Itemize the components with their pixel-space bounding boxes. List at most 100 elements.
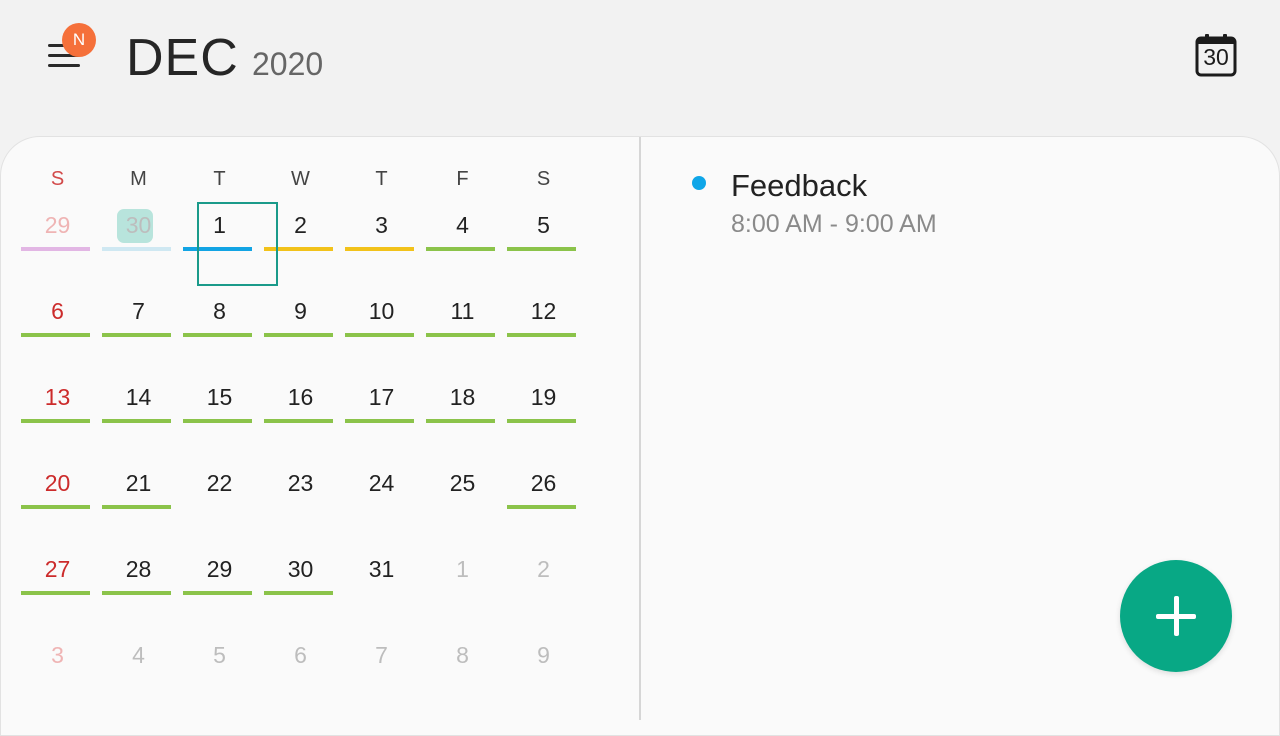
event-indicator-bar (183, 333, 252, 337)
day-number: 26 (530, 470, 557, 496)
day-cell[interactable]: 20 (17, 460, 98, 546)
day-number: 6 (294, 642, 307, 668)
day-number: 29 (206, 556, 233, 582)
day-number: 4 (456, 212, 469, 238)
event-indicator-bar (507, 419, 576, 423)
event-indicator-bar (21, 419, 90, 423)
plus-icon-stroke (1174, 596, 1179, 636)
event-indicator-bar (345, 333, 414, 337)
day-cell[interactable]: 6 (260, 632, 341, 718)
day-cell[interactable]: 11 (422, 288, 503, 374)
event-indicator-bar (345, 247, 414, 251)
day-cell[interactable]: 9 (503, 632, 584, 718)
day-number: 15 (206, 384, 233, 410)
day-number: 9 (537, 642, 550, 668)
day-cell[interactable]: 3 (341, 202, 422, 288)
day-number: 3 (375, 212, 388, 238)
day-number: 9 (294, 298, 307, 324)
day-number: 12 (530, 298, 557, 324)
day-cell[interactable]: 23 (260, 460, 341, 546)
day-cell[interactable]: 13 (17, 374, 98, 460)
event-indicator-bar (426, 333, 495, 337)
day-cell[interactable]: 8 (422, 632, 503, 718)
day-cell[interactable]: 29 (179, 546, 260, 632)
day-cell[interactable]: 16 (260, 374, 341, 460)
day-number: 28 (125, 556, 152, 582)
year-label[interactable]: 2020 (252, 46, 323, 83)
event-indicator-bar (507, 333, 576, 337)
day-cell[interactable]: 5 (503, 202, 584, 288)
event-indicator-bar (183, 419, 252, 423)
day-cell[interactable]: 2 (503, 546, 584, 632)
day-cell[interactable]: 19 (503, 374, 584, 460)
day-number: 7 (375, 642, 388, 668)
top-bar: N DEC 2020 30 (0, 0, 1280, 130)
day-number: 23 (287, 470, 314, 496)
day-cell[interactable]: 15 (179, 374, 260, 460)
day-number: 1 (456, 556, 469, 582)
day-number: 18 (449, 384, 476, 410)
day-number: 29 (44, 212, 71, 238)
hamburger-icon-line (48, 64, 80, 67)
day-cell[interactable]: 28 (98, 546, 179, 632)
day-number: 27 (44, 556, 71, 582)
day-cell[interactable]: 17 (341, 374, 422, 460)
event-indicator-bar (102, 505, 171, 509)
event-indicator-bar (507, 247, 576, 251)
day-number: 14 (125, 384, 152, 410)
day-number: 13 (44, 384, 71, 410)
day-cell[interactable]: 14 (98, 374, 179, 460)
day-cell[interactable]: 1 (179, 202, 260, 288)
weekday-label: W (291, 168, 310, 190)
day-cell[interactable]: 12 (503, 288, 584, 374)
add-event-button[interactable] (1120, 560, 1232, 672)
go-to-today-button[interactable]: 30 (1194, 32, 1238, 78)
day-number: 7 (132, 298, 145, 324)
day-number: 20 (44, 470, 71, 496)
event-indicator-bar (183, 591, 252, 595)
day-cell[interactable]: 30 (98, 202, 179, 288)
day-cell[interactable]: 5 (179, 632, 260, 718)
notification-badge: N (62, 23, 96, 57)
day-cell[interactable]: 1 (422, 546, 503, 632)
weekday-label: S (536, 168, 551, 190)
weekday-label: M (130, 168, 147, 190)
day-number: 8 (213, 298, 226, 324)
event-time: 8:00 AM - 9:00 AM (731, 210, 937, 238)
day-cell[interactable]: 27 (17, 546, 98, 632)
day-cell[interactable]: 22 (179, 460, 260, 546)
event-indicator-bar (102, 591, 171, 595)
day-cell[interactable]: 4 (422, 202, 503, 288)
month-title[interactable]: DEC (126, 28, 239, 88)
day-cell[interactable]: 6 (17, 288, 98, 374)
day-number: 6 (51, 298, 64, 324)
day-cell[interactable]: 18 (422, 374, 503, 460)
day-cell[interactable]: 24 (341, 460, 422, 546)
day-cell[interactable]: 10 (341, 288, 422, 374)
day-cell[interactable]: 31 (341, 546, 422, 632)
day-cell[interactable]: 26 (503, 460, 584, 546)
day-cell[interactable]: 7 (98, 288, 179, 374)
day-cell[interactable]: 30 (260, 546, 341, 632)
event-indicator-bar (102, 419, 171, 423)
event-indicator-bar (507, 505, 576, 509)
event-indicator-bar (426, 419, 495, 423)
day-cell[interactable]: 3 (17, 632, 98, 718)
day-cell[interactable]: 21 (98, 460, 179, 546)
day-cell[interactable]: 29 (17, 202, 98, 288)
weekday-header: SMTWTFS (17, 168, 584, 192)
event-indicator-bar (264, 333, 333, 337)
day-cell[interactable]: 7 (341, 632, 422, 718)
day-cell[interactable]: 8 (179, 288, 260, 374)
day-cell[interactable]: 4 (98, 632, 179, 718)
weekday-label: T (375, 168, 388, 190)
event-indicator-bar (102, 333, 171, 337)
day-cell[interactable]: 25 (422, 460, 503, 546)
day-cell[interactable]: 2 (260, 202, 341, 288)
panel-divider (639, 137, 641, 720)
day-number: 5 (213, 642, 226, 668)
event-indicator-bar (426, 247, 495, 251)
day-number: 5 (537, 212, 550, 238)
day-number: 3 (51, 642, 64, 668)
day-cell[interactable]: 9 (260, 288, 341, 374)
